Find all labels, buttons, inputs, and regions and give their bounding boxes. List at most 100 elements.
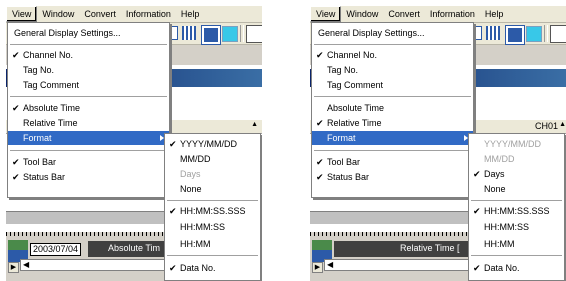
color-icon[interactable] [222, 26, 238, 42]
menu-item-data-no[interactable]: ✔ Data No. [165, 261, 260, 275]
menu-item-label: HH:MM:SS [180, 222, 225, 232]
menu-item-label: MM/DD [180, 154, 211, 164]
table-icon[interactable] [182, 26, 196, 40]
menu-view[interactable]: View [310, 6, 342, 22]
menu-item-label: Days [180, 169, 201, 179]
color-icon[interactable] [526, 26, 542, 42]
menu-item-label: Data No. [180, 263, 216, 273]
menu-item-label: Channel No. [327, 50, 378, 60]
menu-item-absolute-time[interactable]: Absolute Time [312, 101, 473, 115]
menu-item-label: Tag Comment [23, 80, 80, 90]
scroll-right-icon[interactable]: ▶ [312, 262, 323, 273]
menu-information[interactable]: Information [425, 7, 480, 21]
menu-item-status-bar[interactable]: ✔ Status Bar [8, 170, 169, 184]
menu-item-label: HH:MM [180, 239, 211, 249]
format-submenu: ✔ YYYY/MM/DD MM/DD Days None ✔ HH:MM:SS.… [164, 133, 261, 281]
menu-item-hh-mm[interactable]: HH:MM [469, 237, 564, 251]
menu-item-label: YYYY/MM/DD [180, 139, 238, 149]
checkmark-icon: ✔ [12, 172, 20, 182]
sort-up-icon[interactable]: ▲ [251, 121, 258, 128]
menu-item-hh-mm[interactable]: HH:MM [165, 237, 260, 251]
checkmark-icon: ✔ [12, 50, 20, 60]
menu-item-label: Format [327, 133, 356, 143]
menu-item-tag-no[interactable]: Tag No. [312, 63, 473, 77]
menu-separator [167, 255, 258, 256]
scroll-left-icon[interactable]: ◀ [23, 260, 29, 269]
menu-bar: View Window Convert Information Help [6, 6, 262, 23]
menu-item-label: None [484, 184, 506, 194]
menu-window[interactable]: Window [341, 7, 383, 21]
print-icon[interactable] [550, 25, 566, 43]
scroll-right-icon[interactable]: ▶ [8, 262, 19, 273]
sort-up-icon[interactable]: ▲ [559, 121, 566, 128]
menu-separator [471, 200, 562, 201]
menu-item-none[interactable]: None [165, 182, 260, 196]
grid-icon[interactable] [202, 26, 220, 44]
format-submenu: YYYY/MM/DD MM/DD ✔ Days None ✔ HH:MM:SS.… [468, 133, 565, 281]
menu-separator [314, 150, 471, 151]
menu-item-tag-comment[interactable]: Tag Comment [8, 78, 169, 92]
menu-separator [167, 200, 258, 201]
menu-help[interactable]: Help [176, 7, 205, 21]
menu-window[interactable]: Window [37, 7, 79, 21]
checkmark-icon: ✔ [316, 118, 324, 128]
menu-item-yyyy-mm-dd[interactable]: ✔ YYYY/MM/DD [165, 137, 260, 151]
checkmark-icon: ✔ [473, 263, 481, 273]
menu-item-general-display[interactable]: General Display Settings... [8, 26, 169, 40]
scroll-left-icon[interactable]: ◀ [327, 260, 333, 269]
menu-item-tag-no[interactable]: Tag No. [8, 63, 169, 77]
menu-item-label: None [180, 184, 202, 194]
menu-convert[interactable]: Convert [79, 7, 121, 21]
menu-item-status-bar[interactable]: ✔ Status Bar [312, 170, 473, 184]
menu-item-none[interactable]: None [469, 182, 564, 196]
menu-separator [10, 96, 167, 97]
right-screenshot: CH01 ▲ 0 00:00:19.400[00 Relative Time [… [310, 0, 566, 281]
menu-item-label: Tag No. [23, 65, 55, 75]
menu-item-label: Relative Time [327, 118, 382, 128]
menu-item-tag-comment[interactable]: Tag Comment [312, 78, 473, 92]
menu-item-format[interactable]: Format [312, 131, 473, 145]
menu-item-label: MM/DD [484, 154, 515, 164]
menu-help[interactable]: Help [480, 7, 509, 21]
menu-item-label: HH:MM:SS [484, 222, 529, 232]
menu-item-tool-bar[interactable]: ✔ Tool Bar [312, 155, 473, 169]
menu-item-format[interactable]: Format [8, 131, 169, 145]
menu-item-label: General Display Settings... [14, 28, 121, 38]
menu-item-days[interactable]: ✔ Days [469, 167, 564, 181]
menu-item-hh-mm-ss-sss[interactable]: ✔ HH:MM:SS.SSS [165, 204, 260, 218]
menu-item-relative-time[interactable]: ✔ Relative Time [312, 116, 473, 130]
print-icon[interactable] [246, 25, 262, 43]
menu-convert[interactable]: Convert [383, 7, 425, 21]
menu-view[interactable]: View [6, 6, 38, 22]
menu-item-general-display[interactable]: General Display Settings... [312, 26, 473, 40]
bottom-date-field[interactable]: 2003/07/04 [30, 243, 82, 256]
menu-item-label: Format [23, 133, 52, 143]
menu-item-hh-mm-ss[interactable]: HH:MM:SS [165, 220, 260, 234]
menu-separator [314, 44, 471, 45]
menu-item-label: Tag Comment [327, 80, 384, 90]
menu-information[interactable]: Information [121, 7, 176, 21]
menu-item-label: Status Bar [327, 172, 370, 182]
menu-item-mm-dd[interactable]: MM/DD [165, 152, 260, 166]
menu-item-tool-bar[interactable]: ✔ Tool Bar [8, 155, 169, 169]
menu-item-label: Channel No. [23, 50, 74, 60]
grid-icon[interactable] [506, 26, 524, 44]
table-icon[interactable] [486, 26, 500, 40]
view-menu: General Display Settings... ✔ Channel No… [7, 22, 170, 198]
checkmark-icon: ✔ [473, 169, 481, 179]
menu-item-label: HH:MM:SS.SSS [180, 206, 246, 216]
menu-item-relative-time[interactable]: Relative Time [8, 116, 169, 130]
menu-item-data-no[interactable]: ✔ Data No. [469, 261, 564, 275]
menu-item-label: HH:MM [484, 239, 515, 249]
menu-item-hh-mm-ss-sss[interactable]: ✔ HH:MM:SS.SSS [469, 204, 564, 218]
menu-item-label: Tool Bar [23, 157, 57, 167]
menu-item-label: HH:MM:SS.SSS [484, 206, 550, 216]
menu-separator [314, 96, 471, 97]
menu-item-hh-mm-ss[interactable]: HH:MM:SS [469, 220, 564, 234]
left-screenshot: ▲ 2003/07/04 16:05 2003/07/04 Absolute T… [6, 0, 262, 281]
menu-separator [471, 255, 562, 256]
menu-item-channel-no[interactable]: ✔ Channel No. [8, 48, 169, 62]
menu-item-label: Absolute Time [23, 103, 81, 113]
menu-item-absolute-time[interactable]: ✔ Absolute Time [8, 101, 169, 115]
menu-item-channel-no[interactable]: ✔ Channel No. [312, 48, 473, 62]
